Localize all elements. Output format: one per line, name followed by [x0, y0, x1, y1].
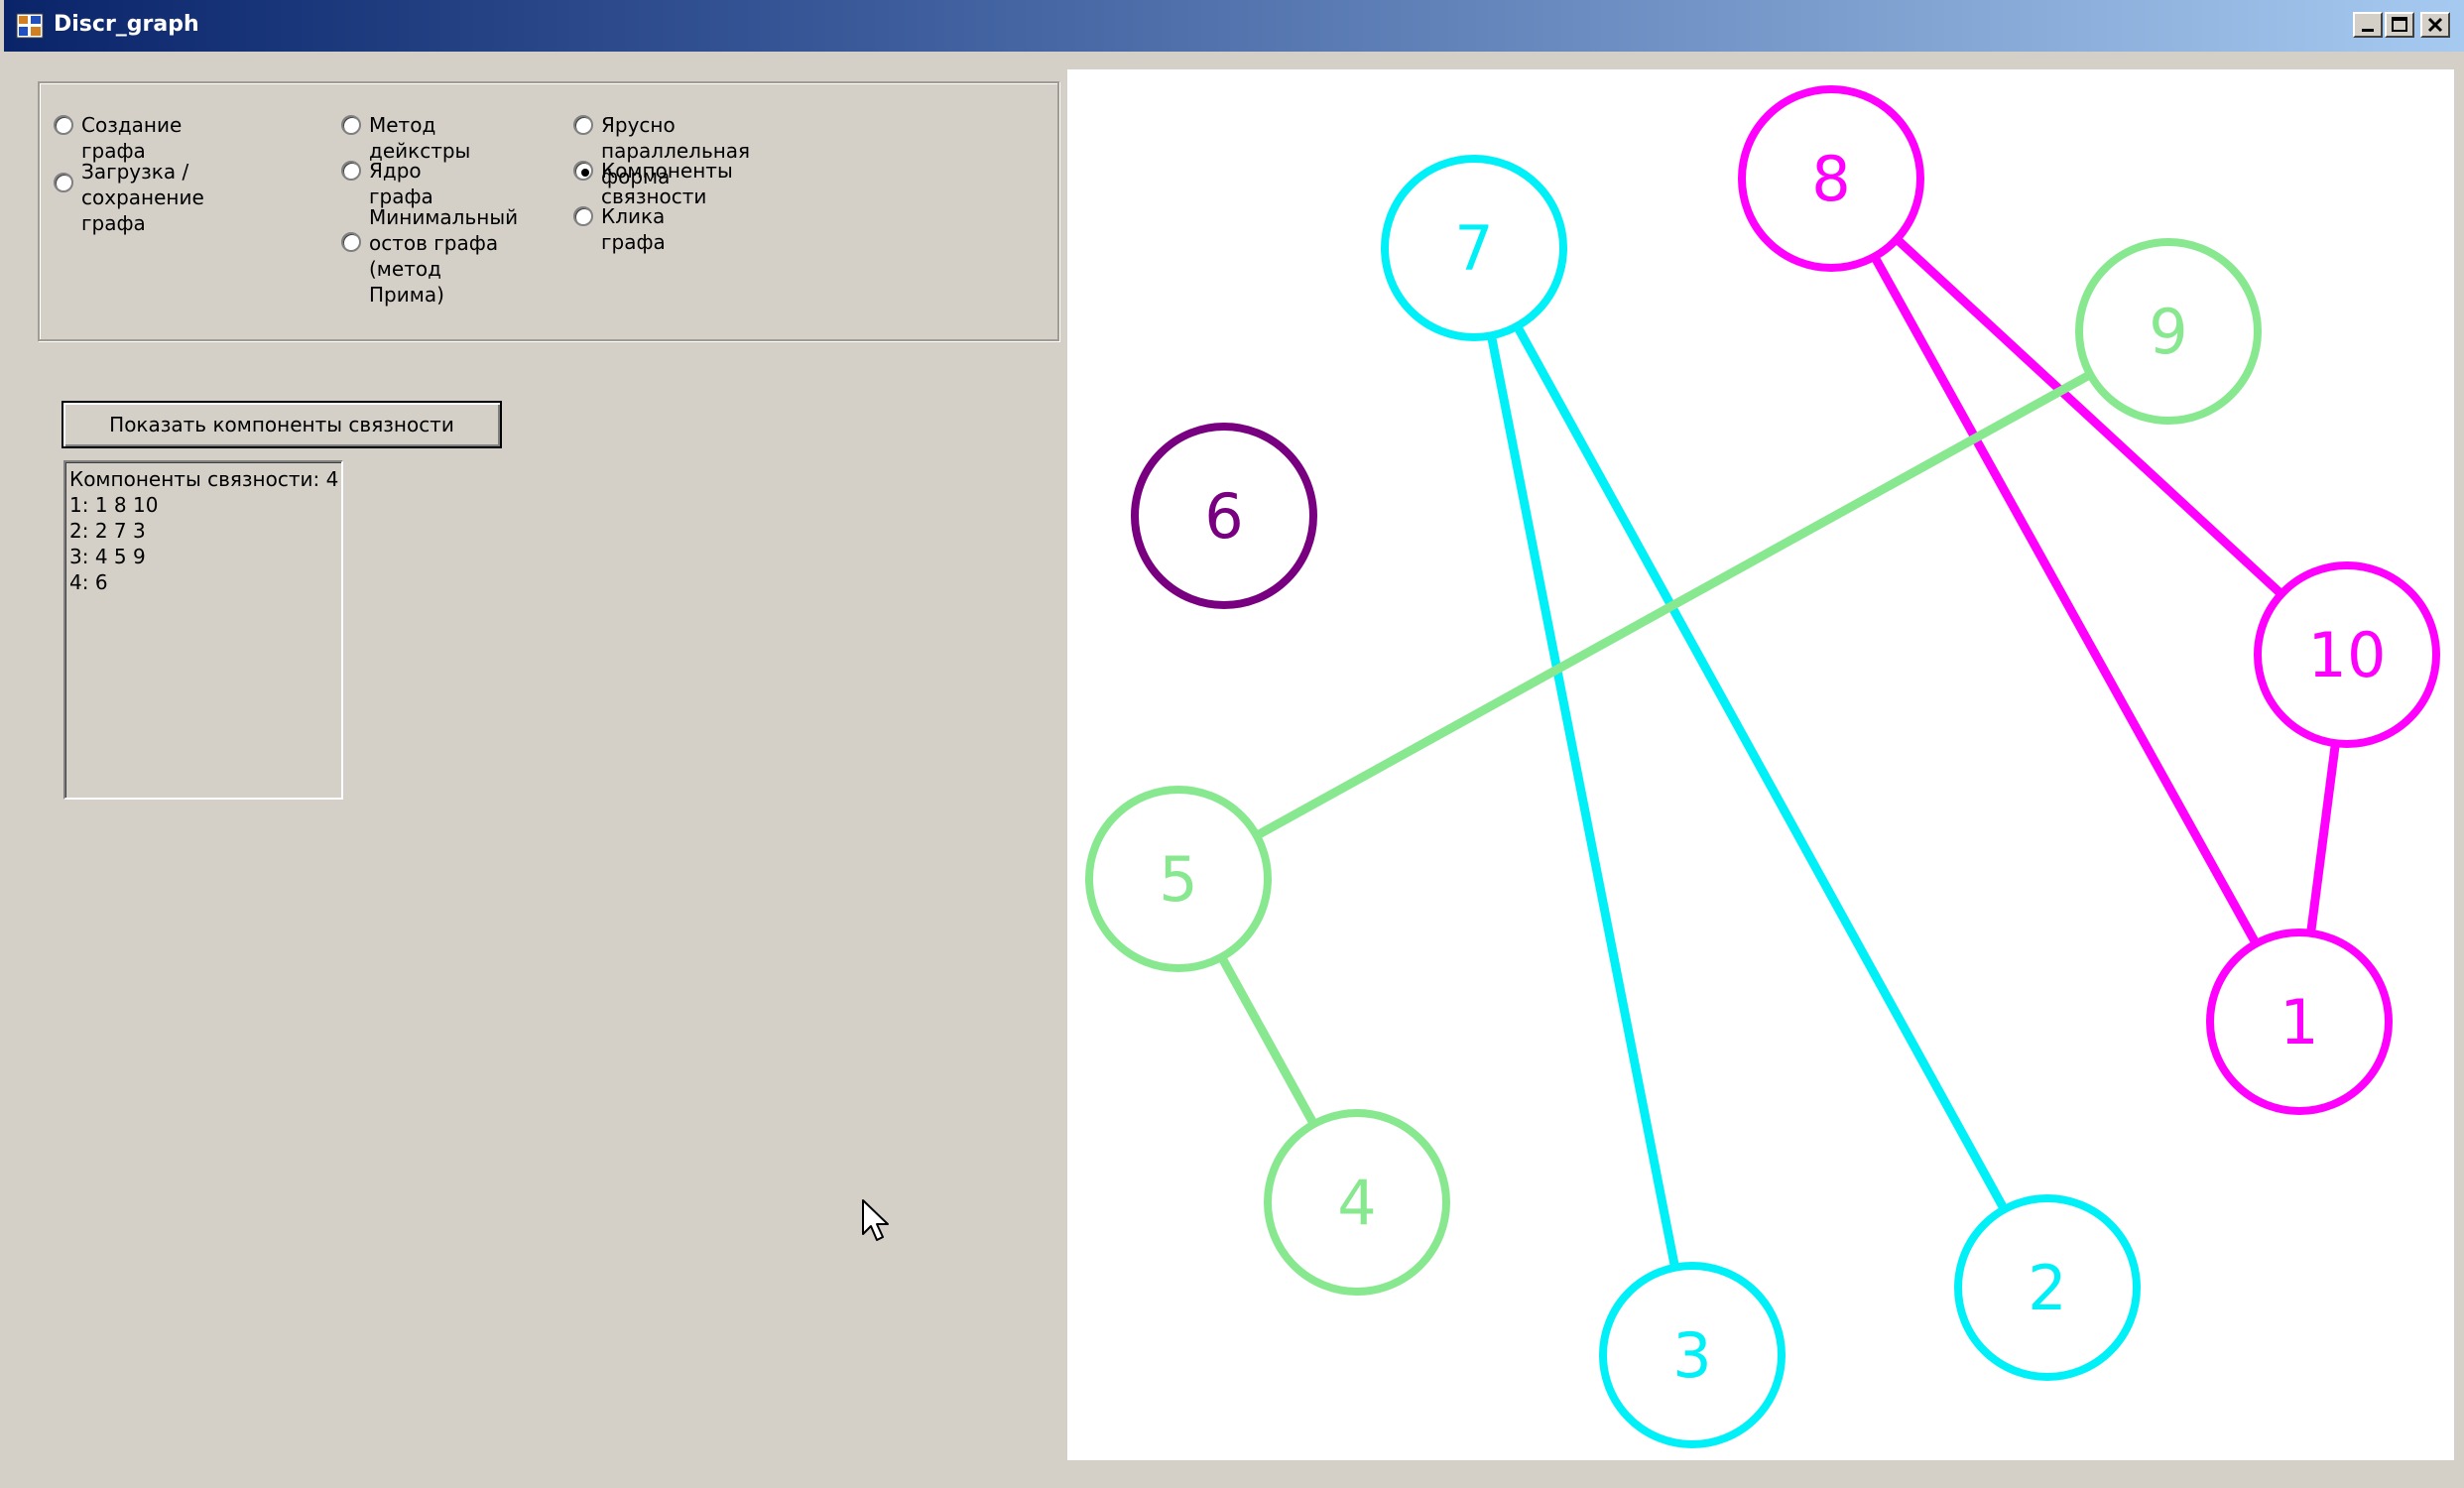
graph-node-label: 9	[2149, 296, 2187, 368]
result-line: Компоненты связности: 4	[69, 467, 339, 491]
graph-node-label: 10	[2308, 619, 2387, 691]
option-label: Метод дейкстры	[369, 113, 471, 163]
graph-drawing: 1 2 3 4 5 6 7 8 9 10	[1085, 85, 2440, 1448]
option-label: Минимальный остов графа (метод Прима)	[369, 205, 519, 307]
close-icon	[2427, 17, 2443, 33]
radio-circle[interactable]	[341, 115, 361, 135]
mouse-cursor-icon	[862, 1199, 889, 1241]
maximize-button[interactable]	[2385, 12, 2414, 38]
minimize-button[interactable]	[2353, 12, 2383, 38]
graph-node-8[interactable]: 8	[1738, 85, 1924, 272]
title-bar[interactable]: Discr_graph	[4, 0, 2464, 52]
result-line: 1: 1 8 10	[69, 493, 159, 517]
window-frame	[4, 52, 8, 1488]
radio-circle[interactable]	[54, 115, 73, 135]
graph-node-label: 8	[1811, 143, 1850, 215]
graph-node-1[interactable]: 1	[2206, 929, 2393, 1115]
radio-circle[interactable]	[341, 161, 361, 181]
mode-options-group: Создание графа Загрузка / сохранение гра…	[38, 81, 1059, 341]
graph-node-label: 3	[1672, 1319, 1711, 1392]
option-label: Клика графа	[601, 204, 666, 254]
graph-node-9[interactable]: 9	[2075, 238, 2262, 425]
radio-circle[interactable]	[573, 206, 593, 226]
graph-node-label: 1	[2279, 986, 2318, 1058]
graph-node-10[interactable]: 10	[2254, 561, 2440, 748]
graph-node-3[interactable]: 3	[1599, 1262, 1786, 1448]
result-line: 2: 2 7 3	[69, 519, 146, 543]
option-label: Ядро графа	[369, 159, 433, 208]
radio-circle[interactable]	[341, 232, 361, 252]
app-icon	[16, 13, 44, 39]
graph-node-5[interactable]: 5	[1085, 786, 1272, 972]
maximize-icon	[2392, 17, 2407, 32]
option-label: Компоненты связности	[601, 159, 733, 208]
result-line: 3: 4 5 9	[69, 545, 146, 568]
graph-node-4[interactable]: 4	[1264, 1109, 1450, 1296]
window-title: Discr_graph	[54, 12, 199, 37]
radio-selected-dot	[581, 169, 589, 177]
graph-node-7[interactable]: 7	[1381, 155, 1567, 341]
close-button[interactable]	[2420, 12, 2450, 38]
radio-circle[interactable]	[573, 161, 593, 181]
result-textbox[interactable]: Компоненты связности: 4 1: 1 8 10 2: 2 7…	[63, 460, 343, 800]
graph-node-2[interactable]: 2	[1954, 1194, 2141, 1381]
option-label: Загрузка / сохранение графа	[81, 160, 204, 235]
graph-node-label: 5	[1159, 843, 1197, 916]
graph-node-label: 7	[1454, 212, 1493, 285]
app-window: Discr_graph Создание графа Загрузка / со…	[0, 0, 2464, 1488]
minimize-icon	[2362, 29, 2374, 32]
graph-edge-9-5	[1175, 327, 2171, 883]
option-label: Создание графа	[81, 113, 183, 163]
show-components-button[interactable]: Показать компоненты связности	[62, 401, 502, 448]
graph-node-6[interactable]: 6	[1131, 423, 1317, 609]
graph-node-label: 6	[1204, 480, 1243, 553]
graph-node-label: 2	[2028, 1252, 2066, 1324]
graph-canvas[interactable]: 1 2 3 4 5 6 7 8 9 10	[1067, 69, 2454, 1460]
graph-node-label: 4	[1337, 1167, 1376, 1239]
graph-edge-8-10	[1827, 175, 2351, 659]
radio-circle[interactable]	[54, 173, 73, 192]
radio-circle[interactable]	[573, 115, 593, 135]
result-line: 4: 6	[69, 570, 108, 594]
graph-edge-7-3	[1469, 247, 1697, 1356]
